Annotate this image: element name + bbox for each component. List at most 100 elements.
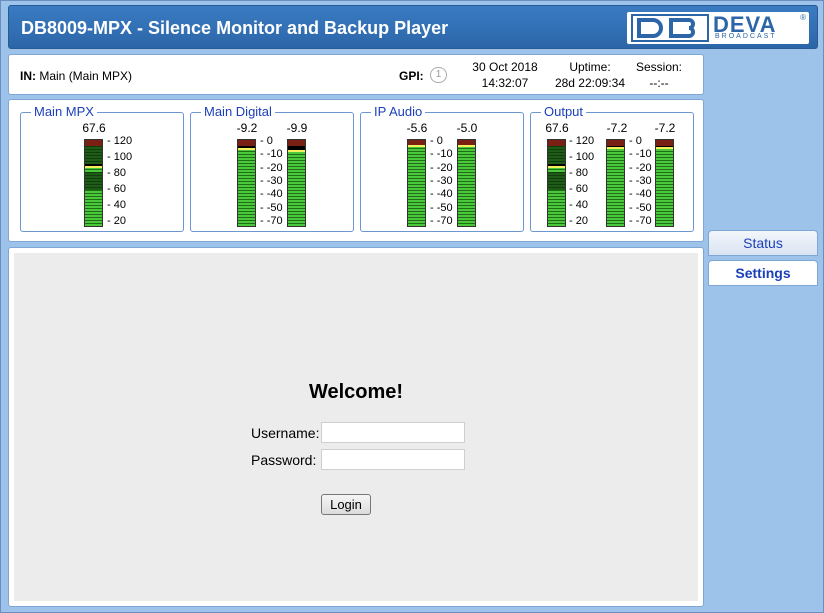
peak-marker: [656, 147, 673, 149]
uptime: Uptime: 28d 22:09:34: [547, 59, 633, 91]
peak-marker: [548, 166, 565, 168]
meter-title-main-digital: Main Digital: [201, 104, 275, 119]
input-value: Main (Main MPX): [39, 69, 133, 83]
scale-tick-label: - 100: [107, 151, 133, 163]
meters-panel: Main MPX 67.6 - 120 - 100 - 80 - 60 - 40 - 20…: [8, 99, 704, 242]
scale-tick-label: - 0: [430, 135, 443, 147]
meter-scale-output-mpx: - 120 - 100 - 80 - 60 - 40 - 20: [569, 135, 603, 227]
password-input[interactable]: [321, 449, 465, 470]
peak-marker: [408, 145, 425, 147]
meter-group-ip-audio: IP Audio -5.6 -5.0 - 0- -10- -20- -30- -…: [360, 104, 524, 232]
scale-tick-label: - -70: [260, 215, 283, 227]
scale-tick-label: - 40: [569, 199, 588, 211]
meter-bar-main-digital-right: [287, 139, 306, 227]
logo-registered: ®: [800, 13, 806, 22]
welcome-heading: Welcome!: [308, 381, 404, 403]
meter-bar-ip-audio-left: [407, 139, 426, 227]
scale-tick-label: - 40: [107, 199, 126, 211]
page: DB8009-MPX - Silence Monitor and Backup …: [0, 0, 824, 613]
meter-value-output-right: -7.2: [654, 121, 676, 135]
meter-title-main-mpx: Main MPX: [31, 104, 97, 119]
meter-value-ip-audio-left: -5.6: [406, 121, 428, 135]
session-label: Session:: [635, 60, 683, 74]
meter-value-main-mpx: 67.6: [82, 121, 106, 135]
scale-tick-label: - -40: [260, 188, 283, 201]
tab-settings[interactable]: Settings: [708, 260, 818, 286]
scale-tick-label: - -50: [629, 201, 652, 214]
time-value: 14:32:07: [481, 76, 529, 90]
meter-value-output-mpx: 67.6: [545, 121, 569, 135]
db-logo-icon: [631, 14, 709, 42]
peak-marker: [288, 150, 305, 152]
uptime-value: 28d 22:09:34: [554, 76, 626, 90]
scale-tick-label: - 100: [569, 151, 595, 163]
scale-tick-label: - 20: [107, 215, 126, 227]
scale-tick-label: - 60: [107, 183, 126, 195]
tab-status[interactable]: Status: [708, 230, 818, 256]
meter-group-main-digital: Main Digital -9.2 -9.9 - 0- -10- -20- -3…: [190, 104, 354, 232]
meter-scale-main-mpx: - 120 - 100 - 80 - 60 - 40 - 20: [107, 135, 141, 227]
scale-tick-label: - -40: [629, 188, 652, 201]
meter-hold-zone: [85, 172, 102, 190]
scale-tick-label: - -20: [430, 161, 453, 174]
session-value: --:--: [649, 76, 669, 90]
scale-tick-label: - 120: [107, 135, 133, 147]
logo-subtitle: BROADCAST: [715, 33, 777, 40]
login-button[interactable]: Login: [321, 494, 371, 515]
peak-marker: [458, 145, 475, 147]
meter-group-main-mpx: Main MPX 67.6 - 120 - 100 - 80 - 60 - 40 - 20: [20, 104, 184, 232]
meter-hold-zone: [85, 146, 102, 164]
scale-tick-label: - -40: [430, 188, 453, 201]
peak-marker: [238, 148, 255, 150]
meter-bar-output-left: [606, 139, 625, 227]
scale-tick-label: - 60: [569, 183, 588, 195]
scale-tick-label: - -10: [260, 148, 283, 161]
input-source: IN: Main (Main MPX): [20, 69, 132, 83]
meter-value-output-left: -7.2: [606, 121, 628, 135]
scale-tick-label: - -30: [430, 175, 453, 187]
input-label: IN:: [20, 69, 36, 83]
scale-tick-label: - -10: [629, 148, 652, 161]
scale-tick-label: - -20: [260, 161, 283, 174]
login-panel: Welcome! Username: Password: Login: [14, 253, 698, 601]
scale-tick-label: - -50: [430, 201, 453, 214]
datetime: 30 Oct 2018 14:32:07: [464, 59, 546, 91]
meter-bar-main-mpx: [84, 139, 103, 227]
main-content: Welcome! Username: Password: Login: [8, 247, 704, 607]
meter-value-ip-audio-right: -5.0: [456, 121, 478, 135]
info-bar: IN: Main (Main MPX) GPI: 1 30 Oct 2018 1…: [8, 54, 704, 95]
scale-tick-label: - -20: [629, 161, 652, 174]
session: Session: --:--: [629, 59, 689, 91]
peak-marker: [607, 147, 624, 149]
username-input[interactable]: [321, 422, 465, 443]
scale-tick-label: - 20: [569, 215, 588, 227]
meter-title-ip-audio: IP Audio: [371, 104, 426, 119]
meter-hold-zone: [548, 146, 565, 164]
deva-logo: DEVA ® BROADCAST: [627, 12, 809, 44]
meter-bar-output-right: [655, 139, 674, 227]
meter-value-main-digital-left: -9.2: [236, 121, 258, 135]
scale-tick-label: - 80: [569, 167, 588, 179]
date-value: 30 Oct 2018: [472, 60, 538, 74]
scale-tick-label: - 120: [569, 135, 595, 147]
scale-tick-label: - 0: [260, 135, 273, 147]
scale-tick-label: - -10: [430, 148, 453, 161]
scale-tick-label: - -50: [260, 201, 283, 214]
username-label: Username:: [251, 425, 320, 441]
page-title: DB8009-MPX - Silence Monitor and Backup …: [21, 18, 449, 38]
meter-value-main-digital-right: -9.9: [286, 121, 308, 135]
meter-bar-main-digital-left: [237, 139, 256, 227]
meter-hold-zone: [548, 172, 565, 190]
scale-tick-label: - -70: [430, 215, 453, 227]
meter-group-output: Output 67.6 -7.2 -7.2 - 120 - 100 - 80 - 60…: [530, 104, 694, 232]
scale-tick-label: - 80: [107, 167, 126, 179]
uptime-label: Uptime:: [569, 60, 611, 74]
scale-tick-label: - -70: [629, 215, 652, 227]
header-bar: DB8009-MPX - Silence Monitor and Backup …: [8, 5, 818, 49]
gpi-label: GPI:: [399, 69, 424, 83]
meter-title-output: Output: [541, 104, 587, 119]
scale-tick-label: - -30: [629, 175, 652, 187]
scale-tick-label: - 0: [629, 135, 642, 147]
meter-bar-ip-audio-right: [457, 139, 476, 227]
gpi-indicator: 1: [430, 67, 447, 83]
